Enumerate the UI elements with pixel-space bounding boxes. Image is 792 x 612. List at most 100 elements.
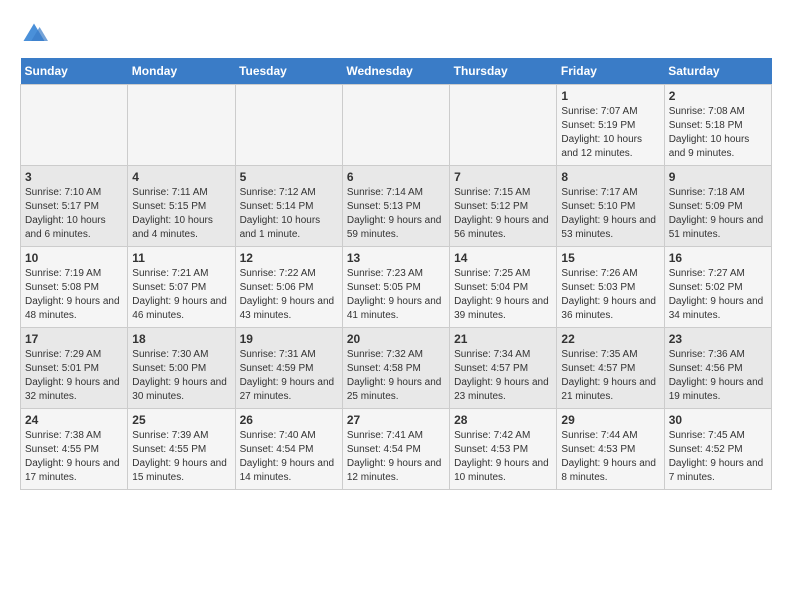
calendar-cell: 28Sunrise: 7:42 AM Sunset: 4:53 PM Dayli…	[450, 409, 557, 490]
day-number: 6	[347, 170, 445, 184]
calendar-week-1: 3 Sunrise: 7:10 AM Sunset: 5:17 PM Daylig…	[21, 166, 772, 247]
day-number: 9	[669, 170, 767, 184]
calendar-cell: 17 Sunrise: 7:29 AM Sunset: 5:01 PM Dayli…	[21, 328, 128, 409]
day-info: Sunrise: 7:29 AM Sunset: 5:01 PM Dayligh…	[25, 348, 123, 404]
calendar-body: 1 Sunrise: 7:07 AM Sunset: 5:19 PM Daylig…	[21, 85, 772, 490]
calendar-cell: 30 Sunrise: 7:45 AM Sunset: 4:52 PM Dayli…	[664, 409, 771, 490]
day-number: 3	[25, 170, 123, 184]
calendar-cell: 16 Sunrise: 7:27 AM Sunset: 5:02 PM Dayli…	[664, 247, 771, 328]
calendar-cell	[21, 85, 128, 166]
calendar-cell: 2Sunrise: 7:08 AM Sunset: 5:18 PM Daylig…	[664, 85, 771, 166]
calendar-cell: 6 Sunrise: 7:14 AM Sunset: 5:13 PM Daylig…	[342, 166, 449, 247]
calendar-cell: 1 Sunrise: 7:07 AM Sunset: 5:19 PM Daylig…	[557, 85, 664, 166]
weekday-header-saturday: Saturday	[664, 58, 771, 85]
day-number: 24	[25, 413, 123, 427]
calendar-table: SundayMondayTuesdayWednesdayThursdayFrid…	[20, 58, 772, 490]
day-info: Sunrise: 7:39 AM Sunset: 4:55 PM Dayligh…	[132, 429, 230, 485]
day-info: Sunrise: 7:15 AM Sunset: 5:12 PM Dayligh…	[454, 186, 552, 242]
day-info: Sunrise: 7:14 AM Sunset: 5:13 PM Dayligh…	[347, 186, 445, 242]
day-number: 28	[454, 413, 552, 427]
day-number: 4	[132, 170, 230, 184]
day-info: Sunrise: 7:36 AM Sunset: 4:56 PM Dayligh…	[669, 348, 767, 404]
calendar-cell: 8Sunrise: 7:17 AM Sunset: 5:10 PM Daylig…	[557, 166, 664, 247]
weekday-header-tuesday: Tuesday	[235, 58, 342, 85]
calendar-cell: 12 Sunrise: 7:22 AM Sunset: 5:06 PM Dayli…	[235, 247, 342, 328]
logo	[20, 20, 52, 48]
calendar-cell: 9 Sunrise: 7:18 AM Sunset: 5:09 PM Daylig…	[664, 166, 771, 247]
calendar-cell: 14Sunrise: 7:25 AM Sunset: 5:04 PM Dayli…	[450, 247, 557, 328]
day-info: Sunrise: 7:34 AM Sunset: 4:57 PM Dayligh…	[454, 348, 552, 404]
day-info: Sunrise: 7:22 AM Sunset: 5:06 PM Dayligh…	[240, 267, 338, 323]
day-number: 5	[240, 170, 338, 184]
weekday-header-thursday: Thursday	[450, 58, 557, 85]
calendar-cell	[128, 85, 235, 166]
calendar-cell: 24 Sunrise: 7:38 AM Sunset: 4:55 PM Dayli…	[21, 409, 128, 490]
calendar-cell: 20Sunrise: 7:32 AM Sunset: 4:58 PM Dayli…	[342, 328, 449, 409]
day-info: Sunrise: 7:07 AM Sunset: 5:19 PM Dayligh…	[561, 105, 659, 161]
day-number: 25	[132, 413, 230, 427]
calendar-header: SundayMondayTuesdayWednesdayThursdayFrid…	[21, 58, 772, 85]
day-info: Sunrise: 7:19 AM Sunset: 5:08 PM Dayligh…	[25, 267, 123, 323]
day-info: Sunrise: 7:08 AM Sunset: 5:18 PM Dayligh…	[669, 105, 767, 161]
logo-icon	[20, 20, 48, 48]
day-number: 15	[561, 251, 659, 265]
day-number: 22	[561, 332, 659, 346]
day-info: Sunrise: 7:38 AM Sunset: 4:55 PM Dayligh…	[25, 429, 123, 485]
calendar-cell: 26 Sunrise: 7:40 AM Sunset: 4:54 PM Dayli…	[235, 409, 342, 490]
day-number: 16	[669, 251, 767, 265]
day-number: 13	[347, 251, 445, 265]
calendar-cell: 22 Sunrise: 7:35 AM Sunset: 4:57 PM Dayli…	[557, 328, 664, 409]
day-info: Sunrise: 7:25 AM Sunset: 5:04 PM Dayligh…	[454, 267, 552, 323]
day-info: Sunrise: 7:21 AM Sunset: 5:07 PM Dayligh…	[132, 267, 230, 323]
calendar-week-2: 10Sunrise: 7:19 AM Sunset: 5:08 PM Dayli…	[21, 247, 772, 328]
day-info: Sunrise: 7:45 AM Sunset: 4:52 PM Dayligh…	[669, 429, 767, 485]
day-number: 29	[561, 413, 659, 427]
header	[20, 20, 772, 48]
day-number: 23	[669, 332, 767, 346]
calendar-cell: 27Sunrise: 7:41 AM Sunset: 4:54 PM Dayli…	[342, 409, 449, 490]
day-number: 20	[347, 332, 445, 346]
day-number: 27	[347, 413, 445, 427]
calendar-cell: 13 Sunrise: 7:23 AM Sunset: 5:05 PM Dayli…	[342, 247, 449, 328]
day-number: 12	[240, 251, 338, 265]
day-info: Sunrise: 7:44 AM Sunset: 4:53 PM Dayligh…	[561, 429, 659, 485]
weekday-header-monday: Monday	[128, 58, 235, 85]
calendar-cell: 21 Sunrise: 7:34 AM Sunset: 4:57 PM Dayli…	[450, 328, 557, 409]
calendar-cell	[342, 85, 449, 166]
day-number: 17	[25, 332, 123, 346]
calendar-week-4: 24 Sunrise: 7:38 AM Sunset: 4:55 PM Dayli…	[21, 409, 772, 490]
calendar-cell: 29 Sunrise: 7:44 AM Sunset: 4:53 PM Dayli…	[557, 409, 664, 490]
calendar-cell: 18 Sunrise: 7:30 AM Sunset: 5:00 PM Dayli…	[128, 328, 235, 409]
calendar-cell: 23 Sunrise: 7:36 AM Sunset: 4:56 PM Dayli…	[664, 328, 771, 409]
calendar-cell: 11 Sunrise: 7:21 AM Sunset: 5:07 PM Dayli…	[128, 247, 235, 328]
calendar-week-0: 1 Sunrise: 7:07 AM Sunset: 5:19 PM Daylig…	[21, 85, 772, 166]
calendar-cell: 4 Sunrise: 7:11 AM Sunset: 5:15 PM Daylig…	[128, 166, 235, 247]
weekday-header-sunday: Sunday	[21, 58, 128, 85]
day-info: Sunrise: 7:12 AM Sunset: 5:14 PM Dayligh…	[240, 186, 338, 242]
calendar-cell: 25 Sunrise: 7:39 AM Sunset: 4:55 PM Dayli…	[128, 409, 235, 490]
day-info: Sunrise: 7:23 AM Sunset: 5:05 PM Dayligh…	[347, 267, 445, 323]
calendar-cell: 19Sunrise: 7:31 AM Sunset: 4:59 PM Dayli…	[235, 328, 342, 409]
day-number: 7	[454, 170, 552, 184]
day-number: 26	[240, 413, 338, 427]
day-info: Sunrise: 7:26 AM Sunset: 5:03 PM Dayligh…	[561, 267, 659, 323]
day-info: Sunrise: 7:40 AM Sunset: 4:54 PM Dayligh…	[240, 429, 338, 485]
day-number: 18	[132, 332, 230, 346]
day-info: Sunrise: 7:18 AM Sunset: 5:09 PM Dayligh…	[669, 186, 767, 242]
calendar-cell: 3 Sunrise: 7:10 AM Sunset: 5:17 PM Daylig…	[21, 166, 128, 247]
day-info: Sunrise: 7:30 AM Sunset: 5:00 PM Dayligh…	[132, 348, 230, 404]
day-info: Sunrise: 7:11 AM Sunset: 5:15 PM Dayligh…	[132, 186, 230, 242]
day-info: Sunrise: 7:35 AM Sunset: 4:57 PM Dayligh…	[561, 348, 659, 404]
day-info: Sunrise: 7:10 AM Sunset: 5:17 PM Dayligh…	[25, 186, 123, 242]
calendar-cell: 7 Sunrise: 7:15 AM Sunset: 5:12 PM Daylig…	[450, 166, 557, 247]
weekday-header-friday: Friday	[557, 58, 664, 85]
calendar-cell	[235, 85, 342, 166]
weekday-header-wednesday: Wednesday	[342, 58, 449, 85]
day-info: Sunrise: 7:17 AM Sunset: 5:10 PM Dayligh…	[561, 186, 659, 242]
day-number: 30	[669, 413, 767, 427]
day-number: 1	[561, 89, 659, 103]
calendar-cell: 10Sunrise: 7:19 AM Sunset: 5:08 PM Dayli…	[21, 247, 128, 328]
day-number: 21	[454, 332, 552, 346]
day-info: Sunrise: 7:27 AM Sunset: 5:02 PM Dayligh…	[669, 267, 767, 323]
day-number: 11	[132, 251, 230, 265]
